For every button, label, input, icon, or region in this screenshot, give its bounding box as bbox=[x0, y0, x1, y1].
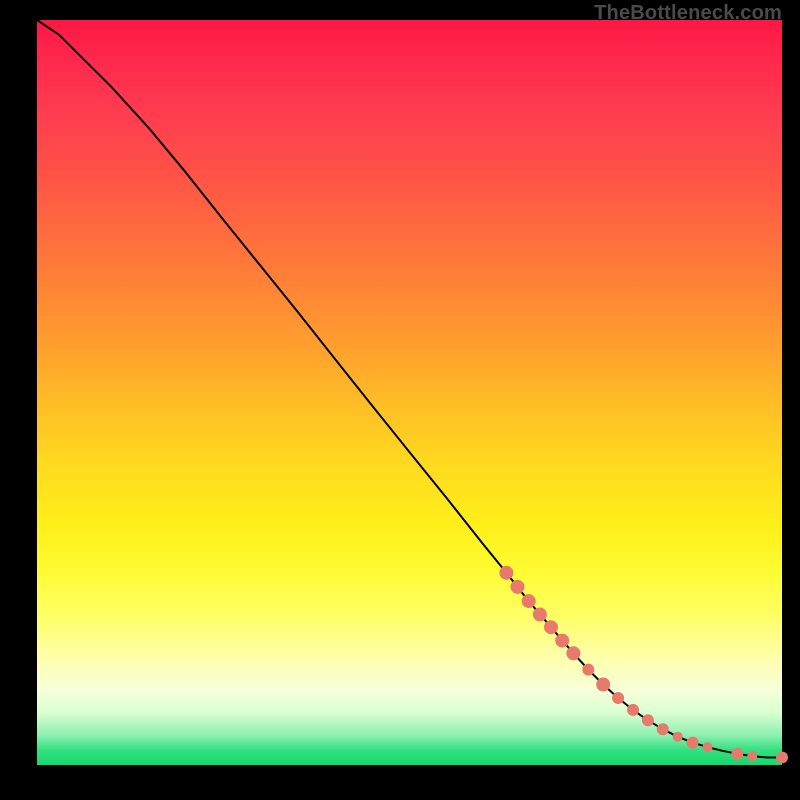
markers-group bbox=[499, 566, 788, 764]
marker-point bbox=[703, 742, 713, 752]
chart-stage: TheBottleneck.com bbox=[0, 0, 800, 800]
marker-point bbox=[747, 751, 757, 761]
marker-point bbox=[499, 566, 513, 580]
marker-point bbox=[657, 723, 669, 735]
marker-point bbox=[776, 752, 788, 764]
marker-point bbox=[511, 580, 525, 594]
marker-point bbox=[522, 594, 536, 608]
marker-point bbox=[612, 692, 624, 704]
marker-point bbox=[731, 748, 743, 760]
marker-point bbox=[544, 620, 558, 634]
marker-point bbox=[687, 737, 699, 749]
marker-point bbox=[566, 646, 580, 660]
marker-point bbox=[582, 664, 594, 676]
chart-svg bbox=[37, 20, 782, 765]
marker-point bbox=[642, 714, 654, 726]
marker-point bbox=[596, 678, 610, 692]
marker-point bbox=[533, 608, 547, 622]
marker-point bbox=[555, 634, 569, 648]
plot-area bbox=[37, 20, 782, 765]
marker-point bbox=[627, 704, 639, 716]
marker-point bbox=[673, 732, 683, 742]
curve-line bbox=[37, 20, 782, 758]
